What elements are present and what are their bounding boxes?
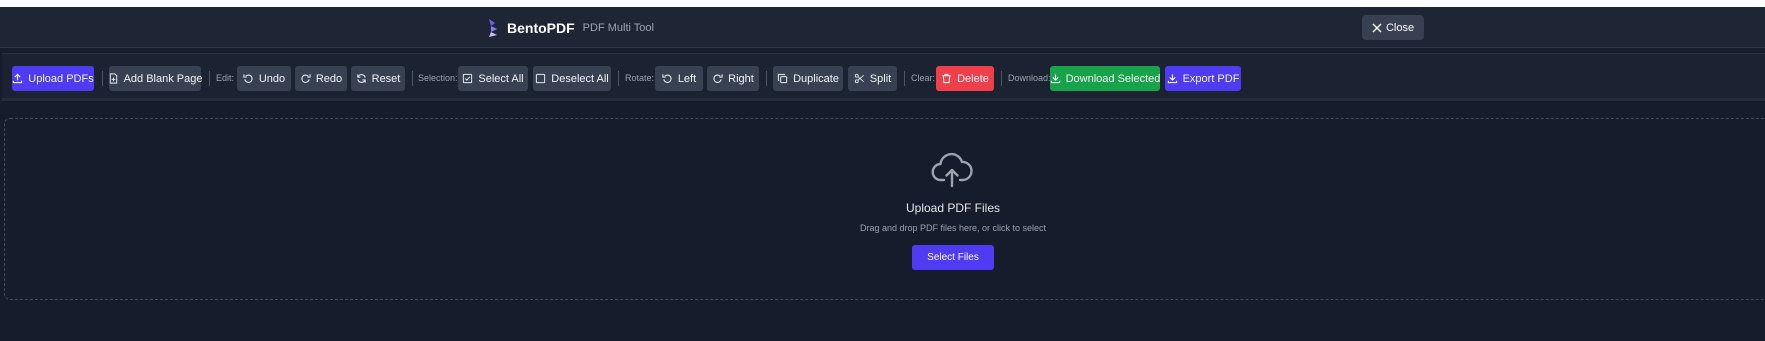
download-selected-button[interactable]: Download Selected (1050, 66, 1160, 91)
duplicate-button[interactable]: Duplicate (773, 66, 843, 91)
rotate-left-icon (662, 74, 672, 83)
redo-button[interactable]: Redo (295, 66, 347, 91)
export-pdf-button[interactable]: Export PDF (1165, 66, 1241, 91)
toolbar: Upload PDFs Add Blank Page Edit: Undo Re… (2, 53, 1765, 101)
clear-group-label: Clear: (911, 73, 936, 83)
redo-icon (301, 74, 311, 83)
rotate-right-label: Right (728, 72, 754, 85)
checkbox-checked-icon (463, 73, 473, 84)
split-label: Split (869, 72, 892, 85)
deselect-all-label: Deselect All (551, 72, 609, 85)
window-top-strip (0, 0, 1765, 7)
upload-icon (13, 73, 23, 84)
rotate-right-button[interactable]: Right (707, 66, 759, 91)
download-icon (1167, 74, 1177, 84)
toolbar-divider (618, 71, 619, 86)
upload-pdfs-label: Upload PDFs (28, 72, 94, 85)
delete-label: Delete (957, 72, 989, 85)
toolbar-divider (1001, 71, 1002, 86)
checkbox-empty-icon (536, 73, 546, 84)
dropzone-title: Upload PDF Files (905, 201, 1001, 215)
dropzone-subtitle: Drag and drop PDF files here, or click t… (859, 223, 1047, 233)
close-icon (1372, 23, 1382, 32)
select-files-button[interactable]: Select Files (912, 245, 994, 270)
toolbar-divider (904, 71, 905, 86)
select-all-button[interactable]: Select All (458, 66, 528, 91)
redo-label: Redo (315, 72, 343, 85)
toolbar-divider (209, 71, 210, 86)
reset-label: Reset (371, 72, 401, 85)
select-all-label: Select All (478, 72, 524, 85)
brand-subtitle: PDF Multi Tool (582, 22, 654, 34)
upload-pdfs-button[interactable]: Upload PDFs (12, 66, 94, 91)
bento-logo-icon (489, 19, 497, 37)
file-plus-icon (109, 73, 117, 84)
scissors-icon (854, 73, 864, 84)
copy-icon (777, 73, 788, 84)
trash-icon (942, 73, 951, 84)
download-group-label: Download: (1008, 73, 1051, 83)
rotate-group-label: Rotate: (625, 73, 655, 83)
reset-button[interactable]: Reset (351, 66, 405, 91)
app-header: BentoPDF PDF Multi Tool Close (0, 7, 1765, 48)
brand-name: BentoPDF (507, 20, 575, 36)
close-label: Close (1385, 21, 1415, 34)
rotate-left-label: Left (677, 72, 697, 85)
close-button[interactable]: Close (1362, 15, 1424, 40)
brand: BentoPDF PDF Multi Tool (487, 18, 654, 38)
toolbar-divider (102, 71, 103, 86)
undo-icon (243, 74, 253, 83)
undo-button[interactable]: Undo (237, 66, 291, 91)
add-blank-page-button[interactable]: Add Blank Page (109, 66, 203, 91)
toolbar-divider (766, 71, 767, 86)
undo-label: Undo (258, 72, 286, 85)
toolbar-divider (412, 71, 413, 86)
export-pdf-label: Export PDF (1182, 72, 1240, 85)
rotate-right-icon (713, 74, 723, 83)
cloud-upload-icon (931, 152, 973, 188)
rotate-left-button[interactable]: Left (655, 66, 703, 91)
deselect-all-button[interactable]: Deselect All (533, 66, 611, 91)
add-blank-page-label: Add Blank Page (123, 72, 203, 85)
duplicate-label: Duplicate (793, 72, 839, 85)
selection-group-label: Selection: (418, 73, 458, 83)
download-selected-label: Download Selected (1065, 72, 1161, 85)
refresh-icon (356, 74, 366, 83)
edit-group-label: Edit: (216, 73, 235, 83)
split-button[interactable]: Split (848, 66, 897, 91)
delete-button[interactable]: Delete (936, 66, 994, 91)
download-icon (1050, 74, 1060, 84)
